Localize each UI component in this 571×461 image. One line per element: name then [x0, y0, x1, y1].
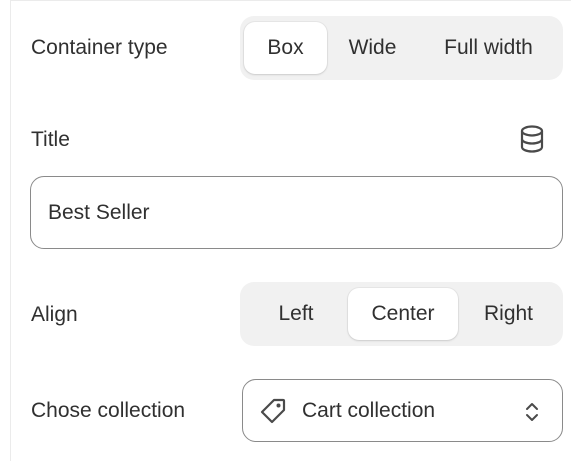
align-label: Align — [31, 303, 78, 326]
panel-top-border — [10, 0, 571, 1]
container-type-option-box[interactable]: Box — [244, 22, 327, 74]
collection-select-value: Cart collection — [302, 399, 436, 422]
database-icon[interactable] — [518, 124, 546, 154]
align-segmented-control: Left Center Right — [240, 282, 563, 346]
container-type-option-wide[interactable]: Wide — [327, 22, 418, 74]
settings-panel: Container type Box Wide Full width Title… — [0, 0, 571, 461]
align-option-left[interactable]: Left — [244, 288, 348, 340]
collection-label: Chose collection — [31, 399, 186, 422]
panel-left-border — [10, 0, 11, 461]
title-input[interactable]: Best Seller — [30, 176, 563, 249]
select-chevrons-icon — [526, 403, 538, 421]
container-type-segmented-control: Box Wide Full width — [240, 16, 563, 80]
collection-select[interactable]: Cart collection — [242, 379, 563, 442]
align-option-right[interactable]: Right — [458, 288, 559, 340]
align-option-center[interactable]: Center — [348, 288, 458, 340]
title-input-value: Best Seller — [48, 200, 150, 224]
title-label: Title — [31, 128, 70, 151]
tag-icon — [260, 398, 286, 424]
container-type-option-full-width[interactable]: Full width — [418, 22, 559, 74]
container-type-label: Container type — [31, 36, 168, 59]
